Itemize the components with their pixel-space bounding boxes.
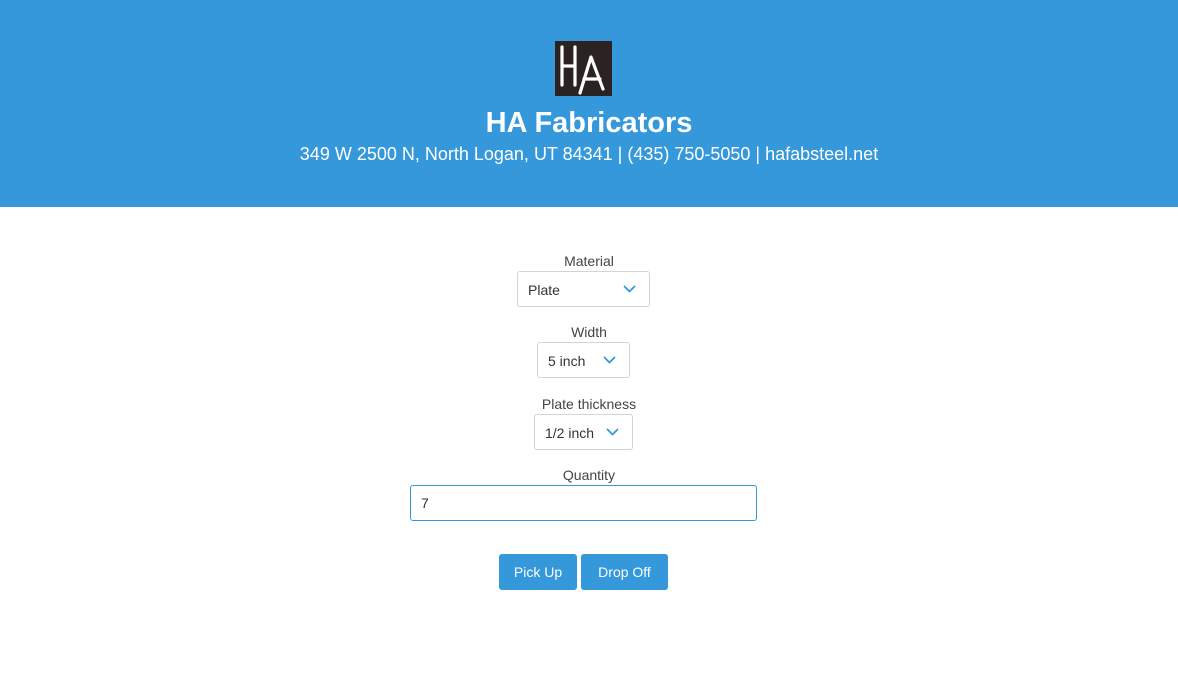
pick-up-button[interactable]: Pick Up [499,554,577,590]
material-selected-value: Plate [528,282,560,298]
chevron-down-icon [606,428,619,436]
company-name: HA Fabricators [485,107,693,139]
width-select[interactable]: 5 inch [537,342,630,378]
quantity-input[interactable] [410,485,757,521]
plate-thickness-select[interactable]: 1/2 inch [534,414,633,450]
logo-mark-icon [560,45,605,95]
chevron-down-icon [603,356,616,364]
header-banner: HA Fabricators 349 W 2500 N, North Logan… [0,0,1178,207]
plate-thickness-label: Plate thickness [541,396,637,412]
plate-thickness-selected-value: 1/2 inch [545,425,595,441]
width-selected-value: 5 inch [548,353,586,369]
chevron-down-icon [623,285,636,293]
company-logo [555,41,612,96]
width-label: Width [571,324,607,340]
material-select[interactable]: Plate [517,271,650,307]
company-contact-info: 349 W 2500 N, North Logan, UT 84341 | (4… [299,144,879,164]
quantity-label: Quantity [562,467,616,483]
material-label: Material [564,253,614,269]
drop-off-button[interactable]: Drop Off [581,554,668,590]
